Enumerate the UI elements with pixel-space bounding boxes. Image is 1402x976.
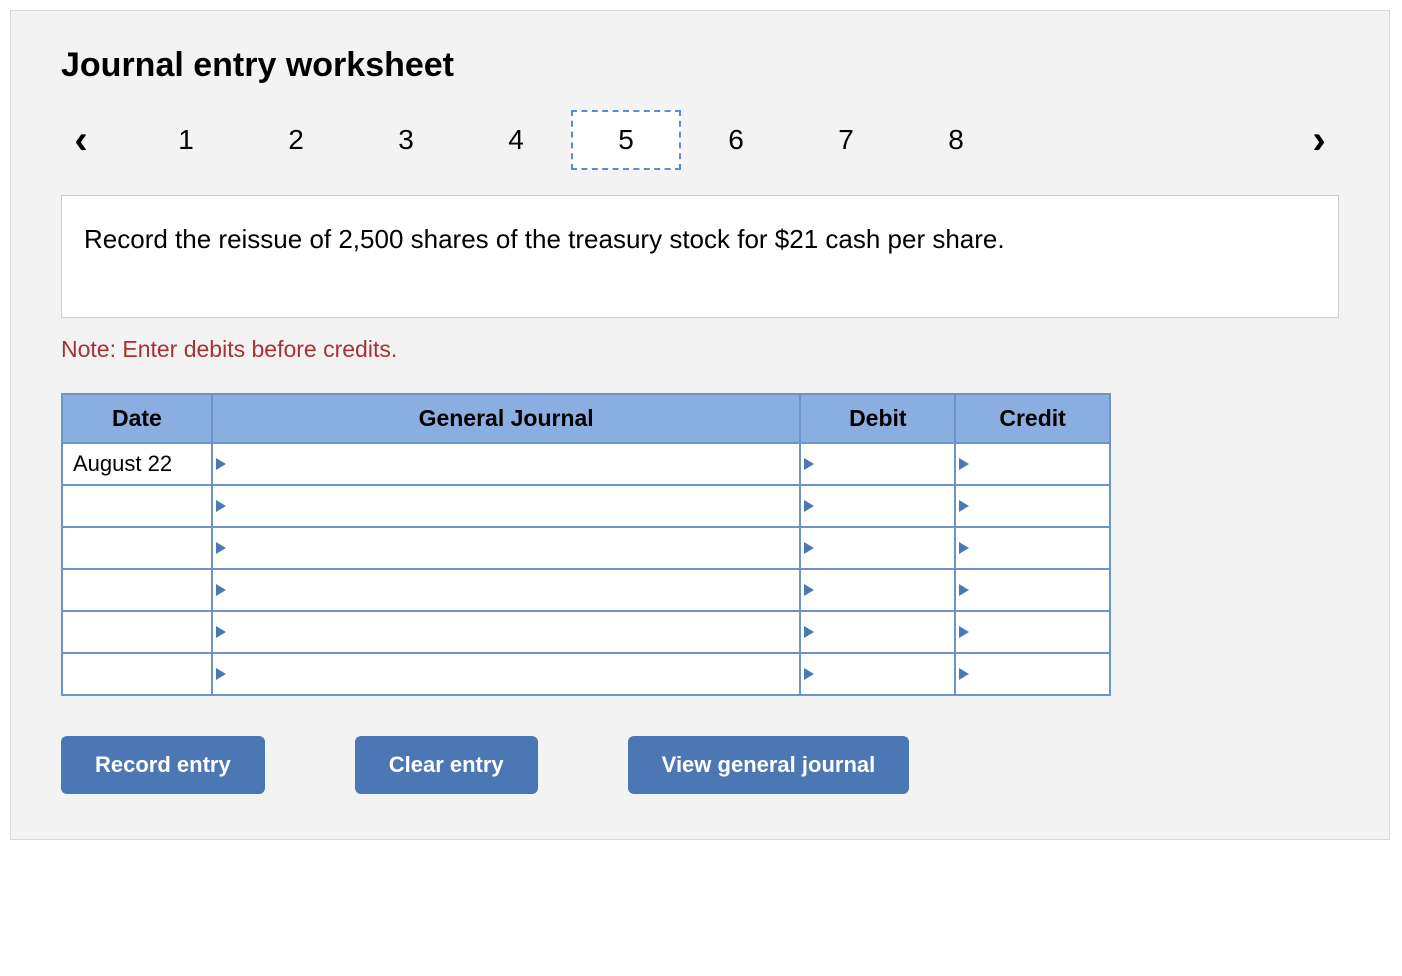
pager: ‹ 12345678 › bbox=[61, 110, 1339, 170]
view-general-journal-button[interactable]: View general journal bbox=[628, 736, 910, 794]
dropdown-icon bbox=[804, 584, 814, 596]
cell-credit[interactable] bbox=[955, 527, 1110, 569]
dropdown-icon bbox=[959, 668, 969, 680]
pager-item-7[interactable]: 7 bbox=[791, 110, 901, 170]
cell-credit[interactable] bbox=[955, 485, 1110, 527]
dropdown-icon bbox=[959, 458, 969, 470]
pager-item-5[interactable]: 5 bbox=[571, 110, 681, 170]
cell-debit[interactable] bbox=[800, 611, 955, 653]
cell-credit[interactable] bbox=[955, 569, 1110, 611]
th-debit: Debit bbox=[800, 394, 955, 443]
cell-debit[interactable] bbox=[800, 653, 955, 695]
table-row bbox=[62, 527, 1110, 569]
cell-general-journal[interactable] bbox=[212, 653, 801, 695]
dropdown-icon bbox=[959, 626, 969, 638]
cell-date[interactable] bbox=[62, 653, 212, 695]
instruction-box: Record the reissue of 2,500 shares of th… bbox=[61, 195, 1339, 318]
cell-date[interactable] bbox=[62, 569, 212, 611]
table-row bbox=[62, 653, 1110, 695]
cell-debit[interactable] bbox=[800, 485, 955, 527]
dropdown-icon bbox=[804, 458, 814, 470]
dropdown-icon bbox=[804, 542, 814, 554]
cell-credit[interactable] bbox=[955, 611, 1110, 653]
cell-date[interactable]: August 22 bbox=[62, 443, 212, 485]
page-title: Journal entry worksheet bbox=[61, 46, 1339, 85]
th-general-journal: General Journal bbox=[212, 394, 801, 443]
pager-numbers: 12345678 bbox=[131, 110, 1011, 170]
clear-entry-button[interactable]: Clear entry bbox=[355, 736, 538, 794]
pager-item-8[interactable]: 8 bbox=[901, 110, 1011, 170]
instruction-text: Record the reissue of 2,500 shares of th… bbox=[84, 224, 1005, 254]
cell-general-journal[interactable] bbox=[212, 611, 801, 653]
cell-date[interactable] bbox=[62, 527, 212, 569]
table-row bbox=[62, 611, 1110, 653]
th-date: Date bbox=[62, 394, 212, 443]
dropdown-icon bbox=[216, 500, 226, 512]
table-row: August 22 bbox=[62, 443, 1110, 485]
dropdown-icon bbox=[804, 626, 814, 638]
table-row bbox=[62, 569, 1110, 611]
dropdown-icon bbox=[804, 668, 814, 680]
cell-general-journal[interactable] bbox=[212, 443, 801, 485]
pager-item-6[interactable]: 6 bbox=[681, 110, 791, 170]
dropdown-icon bbox=[959, 500, 969, 512]
dropdown-icon bbox=[216, 584, 226, 596]
pager-next[interactable]: › bbox=[1299, 118, 1339, 163]
dropdown-icon bbox=[959, 542, 969, 554]
dropdown-icon bbox=[959, 584, 969, 596]
button-row: Record entry Clear entry View general jo… bbox=[61, 736, 1339, 794]
dropdown-icon bbox=[804, 500, 814, 512]
pager-item-4[interactable]: 4 bbox=[461, 110, 571, 170]
worksheet-panel: Journal entry worksheet ‹ 12345678 › Rec… bbox=[10, 10, 1390, 840]
dropdown-icon bbox=[216, 626, 226, 638]
dropdown-icon bbox=[216, 668, 226, 680]
pager-item-3[interactable]: 3 bbox=[351, 110, 461, 170]
table-row bbox=[62, 485, 1110, 527]
cell-debit[interactable] bbox=[800, 569, 955, 611]
cell-general-journal[interactable] bbox=[212, 569, 801, 611]
cell-credit[interactable] bbox=[955, 443, 1110, 485]
pager-prev[interactable]: ‹ bbox=[61, 118, 101, 163]
dropdown-icon bbox=[216, 542, 226, 554]
cell-general-journal[interactable] bbox=[212, 485, 801, 527]
record-entry-button[interactable]: Record entry bbox=[61, 736, 265, 794]
pager-item-1[interactable]: 1 bbox=[131, 110, 241, 170]
cell-date[interactable] bbox=[62, 485, 212, 527]
journal-table: Date General Journal Debit Credit August… bbox=[61, 393, 1111, 696]
note-text: Note: Enter debits before credits. bbox=[61, 336, 1339, 363]
cell-general-journal[interactable] bbox=[212, 527, 801, 569]
cell-credit[interactable] bbox=[955, 653, 1110, 695]
cell-date[interactable] bbox=[62, 611, 212, 653]
cell-debit[interactable] bbox=[800, 527, 955, 569]
th-credit: Credit bbox=[955, 394, 1110, 443]
dropdown-icon bbox=[216, 458, 226, 470]
cell-debit[interactable] bbox=[800, 443, 955, 485]
pager-item-2[interactable]: 2 bbox=[241, 110, 351, 170]
